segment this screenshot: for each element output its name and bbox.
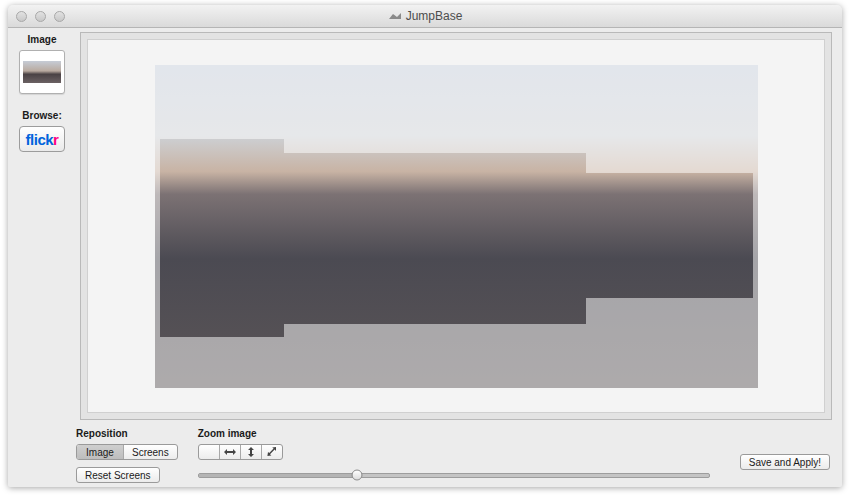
save-area: Save and Apply! [740,428,830,470]
vertical-arrows-icon [244,447,258,457]
browse-label: Browse: [22,108,61,123]
minimize-button[interactable] [35,11,46,22]
slider-track[interactable] [198,473,710,478]
zoom-mode[interactable] [261,445,282,459]
window-controls [8,11,65,22]
sidebar: Image Browse: flickr [8,28,76,420]
preview-area [80,32,832,420]
screen-region[interactable] [284,153,586,324]
reset-screens-button[interactable]: Reset Screens [76,467,160,483]
screen-region[interactable] [586,173,753,298]
window-content: ImageBrowse:flickrRepositionImageScreens… [8,28,842,487]
top-row: Image Browse: flickr [8,28,842,420]
zoom-mode[interactable] [219,445,240,459]
blank-icon [202,447,216,457]
zoom-mode[interactable] [240,445,261,459]
flickr-logo-part: flick [26,131,54,148]
preview-canvas [87,39,825,413]
reposition-label: Reposition [76,428,178,439]
background-photo[interactable] [155,65,758,388]
app-window: JumpBaseImageBrowse:flickrRepositionImag… [8,5,842,487]
reposition-mode[interactable]: Image [77,445,123,459]
flickr-logo-part: r [53,131,58,148]
zoom-control [198,444,283,460]
screen-region[interactable] [160,139,284,337]
zoom-label: Zoom image [198,428,720,439]
window-title: JumpBase [8,9,842,23]
thumbnail-picture [23,61,61,83]
title-bar: JumpBase [8,5,842,28]
reposition-control: ImageScreens [76,444,178,460]
zoom-button[interactable] [54,11,65,22]
slider-fill [199,474,357,477]
window-title-text: JumpBase [406,9,463,23]
reposition-group: Reposition ImageScreens Reset Screens [76,428,178,483]
horizontal-arrows-icon [223,447,237,457]
diagonal-arrows-icon [265,447,279,457]
slider-knob[interactable] [351,470,362,481]
image-thumbnail[interactable] [19,50,65,94]
app-icon [388,12,402,20]
flickr-button[interactable]: flickr [19,126,65,152]
save-apply-button[interactable]: Save and Apply! [740,454,830,470]
zoom-mode[interactable] [199,445,219,459]
reposition-mode[interactable]: Screens [123,445,177,459]
zoom-slider[interactable] [198,468,710,482]
image-label: Image [28,32,57,47]
zoom-group: Zoom image [198,428,720,482]
close-button[interactable] [16,11,27,22]
controls-bar: Reposition ImageScreens Reset Screens Zoom … [8,420,842,487]
